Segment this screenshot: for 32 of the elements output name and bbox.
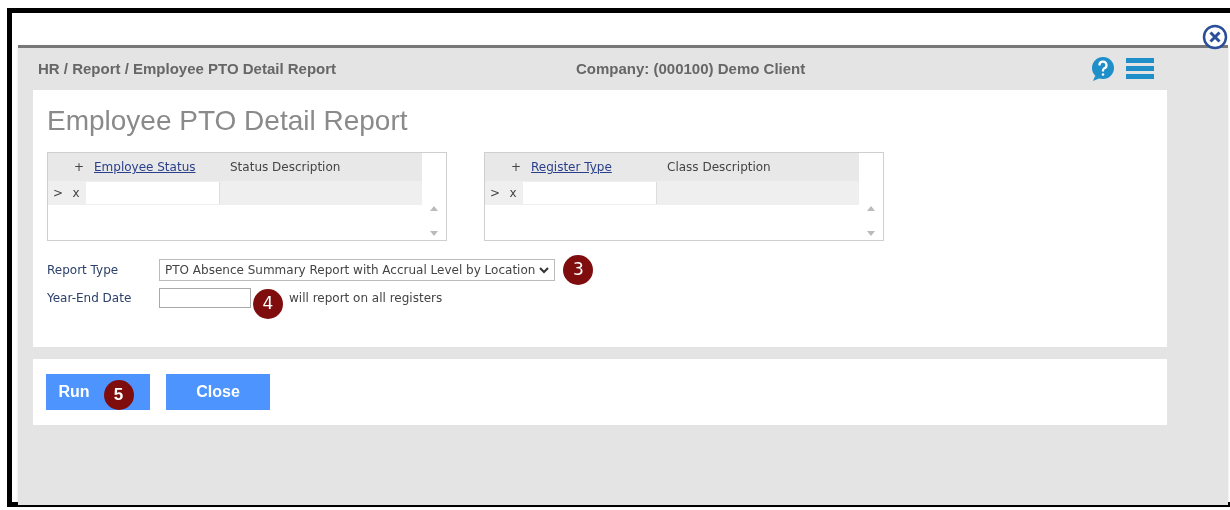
help-icon[interactable] bbox=[1090, 56, 1116, 82]
step-number-badge: 3 bbox=[563, 255, 594, 285]
scroll-down-icon[interactable] bbox=[867, 231, 875, 236]
close-icon[interactable] bbox=[1202, 24, 1228, 50]
step-number-badge: 4 bbox=[253, 289, 283, 319]
column-header: Status Description bbox=[230, 159, 341, 176]
row-marker: > bbox=[488, 185, 502, 202]
action-button[interactable]: Run 5 bbox=[46, 374, 150, 410]
report-type-select[interactable]: PTO Absence Summary Report with Accrual Level by Location bbox=[159, 259, 556, 281]
scroll-down-icon[interactable] bbox=[430, 231, 438, 236]
column-header-link[interactable]: Register Type bbox=[531, 158, 655, 176]
row-marker: > bbox=[51, 185, 65, 202]
input-field[interactable] bbox=[523, 182, 657, 204]
column-header-link[interactable]: Employee Status bbox=[94, 158, 218, 176]
input-field[interactable] bbox=[86, 182, 220, 204]
remove-row-button[interactable]: x bbox=[66, 184, 86, 202]
chevron-down-icon bbox=[539, 266, 550, 274]
add-row-button[interactable]: + bbox=[507, 158, 525, 176]
remove-row-button[interactable]: x bbox=[503, 184, 523, 202]
scroll-up-icon[interactable] bbox=[430, 206, 438, 211]
field-label: Report Type bbox=[47, 262, 120, 279]
menu-icon[interactable] bbox=[1126, 57, 1154, 81]
step-number-badge: 5 bbox=[103, 380, 134, 410]
column-header: Class Description bbox=[667, 159, 771, 176]
add-row-button[interactable]: + bbox=[70, 158, 88, 176]
field-label: Year-End Date bbox=[47, 290, 133, 307]
page-title: Employee PTO Detail Report bbox=[47, 104, 409, 138]
hint-text: will report on all registers bbox=[289, 290, 443, 307]
date-input-field[interactable] bbox=[159, 288, 251, 308]
breadcrumb: HR / Report / Employee PTO Detail Report bbox=[38, 58, 338, 79]
scroll-up-icon[interactable] bbox=[867, 206, 875, 211]
company-label: Company: (000100) Demo Client bbox=[576, 58, 806, 79]
